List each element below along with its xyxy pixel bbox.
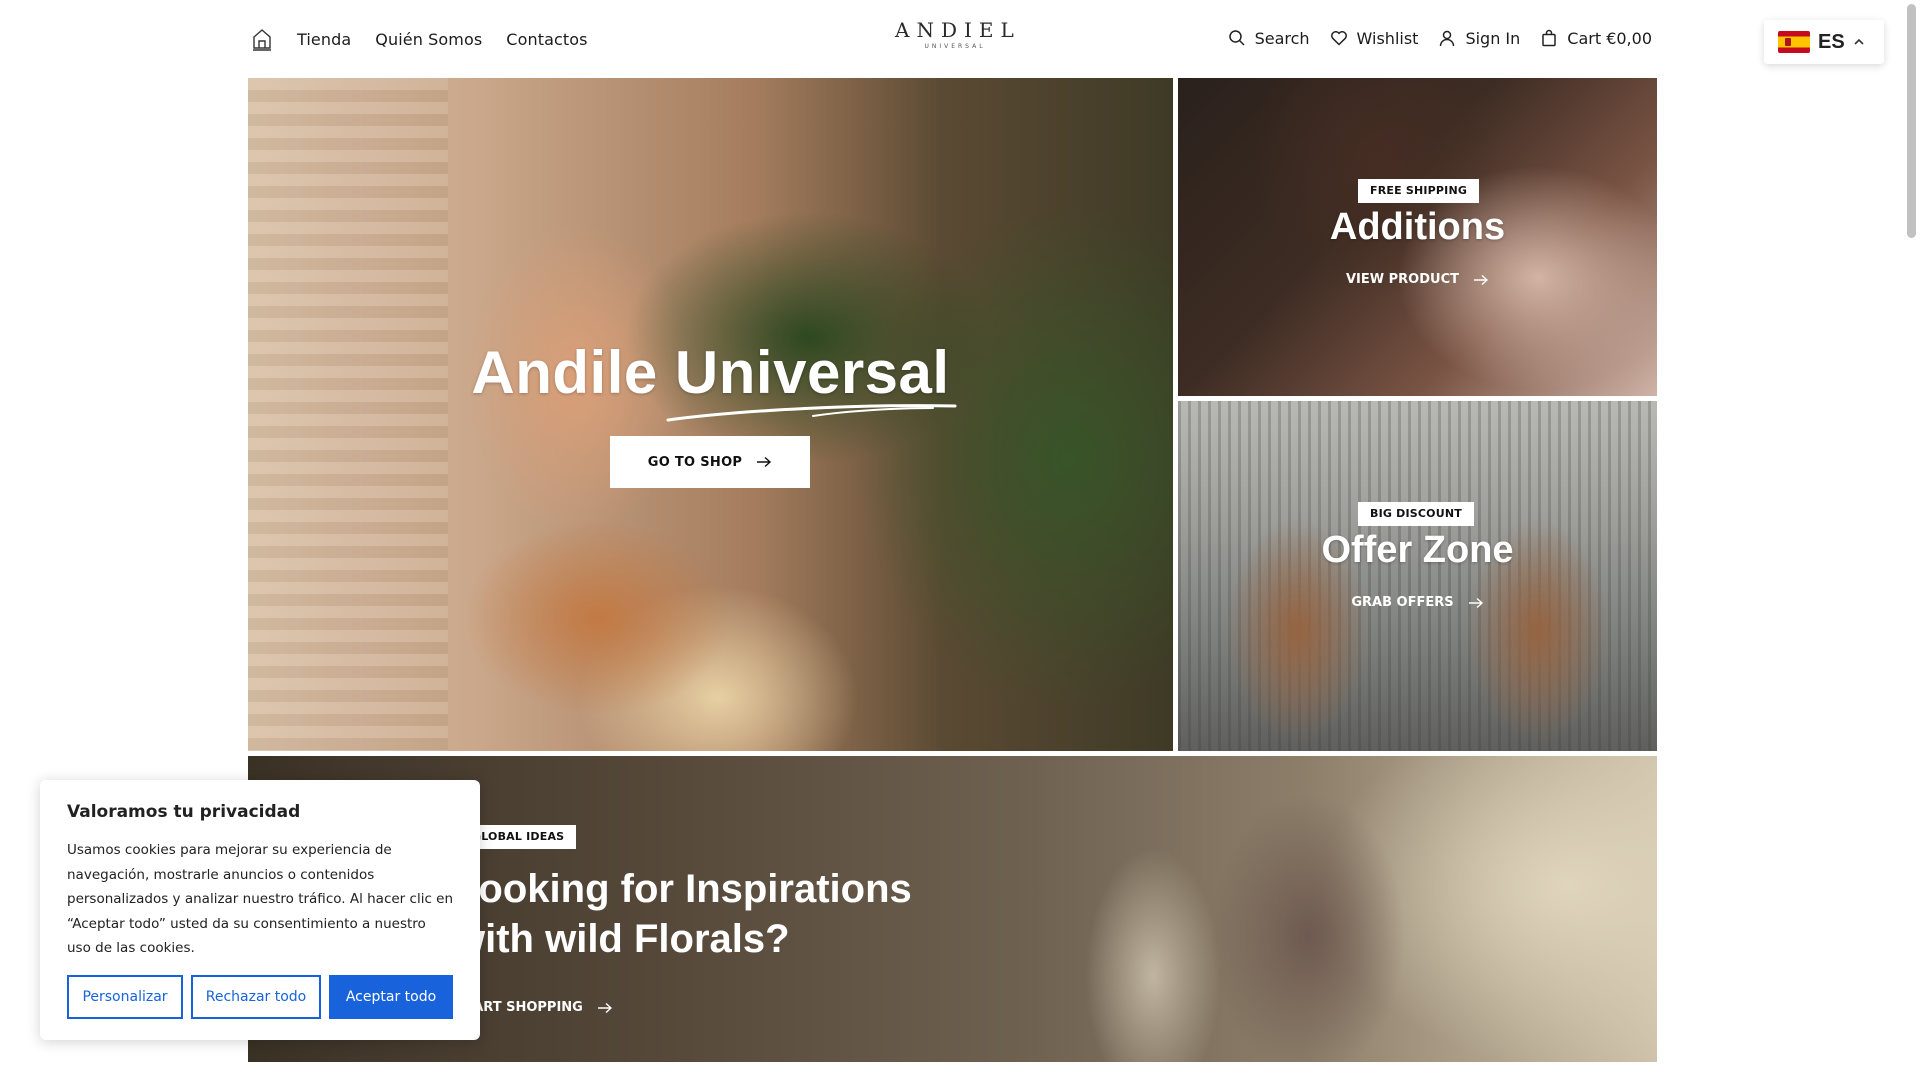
main-nav: Tienda Quién Somos Contactos (251, 22, 588, 56)
language-selector[interactable]: ES (1764, 20, 1884, 64)
go-to-shop-button[interactable]: GO TO SHOP (610, 436, 810, 488)
shopping-bag-icon (1542, 29, 1557, 47)
big-discount-badge: BIG DISCOUNT (1358, 502, 1474, 526)
sign-in-button[interactable]: Sign In (1438, 29, 1520, 48)
cookie-consent-dialog: Valoramos tu privacidad Usamos cookies p… (40, 780, 480, 1040)
wishlist-button[interactable]: Wishlist (1330, 28, 1419, 48)
language-code: ES (1818, 30, 1845, 53)
cart-button[interactable]: Cart €0,00 (1540, 29, 1652, 48)
cookie-title: Valoramos tu privacidad (67, 802, 301, 822)
site-header: Tienda Quién Somos Contactos ANDIEL UNIV… (0, 0, 1920, 78)
florals-title: Looking for Inspirations with wild Flora… (454, 864, 912, 964)
arrow-right-icon (1468, 597, 1483, 608)
florals-title-line-2: with wild Florals? (454, 917, 790, 961)
search-icon (1228, 30, 1245, 46)
search-button[interactable]: Search (1228, 29, 1310, 48)
hero-background-panel (248, 78, 448, 751)
promo-additions[interactable]: FREE SHIPPING Additions VIEW PRODUCT (1178, 78, 1657, 396)
header-utilities: Search Wishlist Sign In Cart €0,00 (1228, 24, 1652, 52)
hero-title: Andile Universal (471, 339, 950, 406)
customize-button[interactable]: Personalizar (67, 975, 183, 1019)
view-product-link[interactable]: VIEW PRODUCT (1178, 272, 1657, 287)
go-to-shop-label: GO TO SHOP (647, 454, 743, 470)
florals-title-line-1: Looking for Inspirations (454, 867, 912, 911)
home-icon[interactable] (251, 27, 273, 51)
view-product-label: VIEW PRODUCT (1346, 272, 1459, 287)
nav-link-tienda[interactable]: Tienda (297, 30, 351, 49)
user-icon (1440, 30, 1455, 47)
offer-zone-title: Offer Zone (1321, 529, 1514, 571)
cookie-actions: Personalizar Rechazar todo Aceptar todo (67, 975, 453, 1019)
logo-brand: ANDIEL (895, 18, 1021, 42)
grab-offers-label: GRAB OFFERS (1351, 595, 1454, 610)
sign-in-label: Sign In (1465, 28, 1521, 48)
grab-offers-link[interactable]: GRAB OFFERS (1178, 595, 1657, 610)
arrow-right-icon (597, 1002, 612, 1013)
nav-link-quien-somos[interactable]: Quién Somos (375, 30, 482, 49)
additions-title: Additions (1329, 206, 1506, 248)
chevron-up-icon (1854, 38, 1864, 45)
wishlist-label: Wishlist (1356, 28, 1419, 48)
logo-tagline: UNIVERSAL (924, 43, 986, 50)
free-shipping-badge: FREE SHIPPING (1358, 179, 1480, 203)
reject-all-button[interactable]: Rechazar todo (191, 975, 321, 1019)
arrow-right-icon (757, 456, 772, 468)
accept-all-button[interactable]: Aceptar todo (329, 975, 453, 1019)
hero-banner[interactable]: Andile Universal GO TO SHOP (248, 78, 1173, 751)
cart-label: Cart €0,00 (1567, 28, 1652, 48)
search-label: Search (1254, 28, 1310, 48)
cookie-text: Usamos cookies para mejorar su experienc… (67, 842, 454, 956)
underline-swoosh (666, 404, 957, 422)
nav-link-contactos[interactable]: Contactos (506, 30, 587, 49)
scrollbar-thumb[interactable] (1907, 4, 1916, 238)
promo-offer-zone[interactable]: BIG DISCOUNT Offer Zone GRAB OFFERS (1178, 401, 1657, 751)
spain-flag-icon (1778, 31, 1810, 53)
heart-icon (1330, 31, 1347, 46)
site-logo[interactable]: ANDIEL UNIVERSAL (895, 18, 1015, 50)
arrow-right-icon (1474, 274, 1489, 285)
